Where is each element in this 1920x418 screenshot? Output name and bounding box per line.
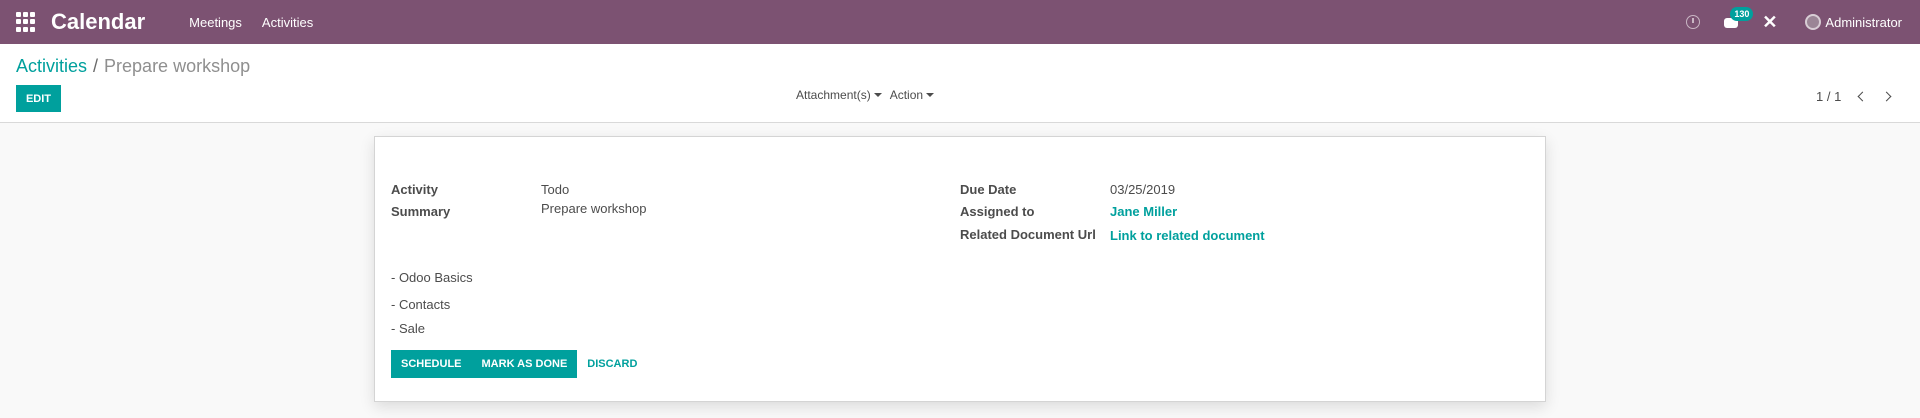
chat-counter-badge: 130 (1730, 7, 1754, 21)
note-line: - Sale (391, 321, 425, 336)
action-dropdown[interactable]: Action (889, 88, 935, 102)
schedule-button[interactable]: SCHEDULE (391, 350, 472, 378)
systray: 130 ✕ Administrator (1686, 7, 1902, 31)
chevron-left-icon[interactable] (1855, 90, 1869, 104)
activity-value: Todo (541, 182, 570, 197)
form-sheet: Activity Todo Summary Prepare workshop D… (374, 136, 1546, 402)
summary-label: Summary (391, 204, 451, 219)
related-document-url-label: Related Document Url (960, 227, 1096, 242)
user-name: Administrator (1825, 14, 1902, 30)
apps-grid-icon[interactable] (16, 12, 36, 32)
top-navbar: Calendar Meetings Activities 130 ✕ Admin… (0, 0, 1920, 44)
attachments-label: Attachment(s) (796, 88, 871, 102)
related-document-link[interactable]: Link to related document (1110, 228, 1265, 243)
attachments-dropdown[interactable]: Attachment(s) (796, 88, 882, 102)
menu-item-meetings[interactable]: Meetings (189, 15, 242, 30)
clock-icon[interactable] (1686, 15, 1701, 29)
menu-item-activities[interactable]: Activities (262, 15, 313, 30)
assigned-to-label: Assigned to (960, 204, 1035, 219)
control-panel: Activities / Prepare workshop EDIT Attac… (0, 44, 1920, 123)
breadcrumb: Activities / Prepare workshop (16, 56, 250, 77)
note-line: - Odoo Basics (391, 270, 473, 285)
caret-down-icon (926, 93, 935, 97)
app-title: Calendar (51, 9, 146, 34)
assigned-to-link[interactable]: Jane Miller (1110, 204, 1177, 219)
mark-as-done-button[interactable]: MARK AS DONE (471, 350, 578, 378)
sidebar-actions: Attachment(s) Action (796, 88, 942, 102)
action-label: Action (889, 88, 924, 102)
breadcrumb-activities[interactable]: Activities (16, 56, 87, 77)
user-menu[interactable]: Administrator (1805, 14, 1902, 30)
due-date-value: 03/25/2019 (1110, 182, 1176, 197)
tools-icon[interactable]: ✕ (1762, 13, 1777, 31)
breadcrumb-separator: / (93, 56, 99, 76)
pager: 1 / 1 (1816, 89, 1907, 104)
chat-icon[interactable]: 130 (1724, 7, 1754, 29)
activity-buttons: SCHEDULE MARK AS DONE DISCARD (391, 350, 647, 378)
breadcrumb-current: Prepare workshop (104, 56, 251, 76)
activity-label: Activity (391, 182, 438, 197)
note-line: - Contacts (391, 297, 451, 312)
caret-down-icon (873, 93, 882, 97)
due-date-label: Due Date (960, 182, 1017, 197)
pager-value: 1 / 1 (1816, 89, 1842, 104)
summary-value: Prepare workshop (541, 201, 647, 216)
edit-button[interactable]: EDIT (16, 85, 61, 112)
avatar (1805, 14, 1822, 30)
discard-button[interactable]: DISCARD (577, 350, 647, 378)
chevron-right-icon[interactable] (1881, 90, 1895, 104)
